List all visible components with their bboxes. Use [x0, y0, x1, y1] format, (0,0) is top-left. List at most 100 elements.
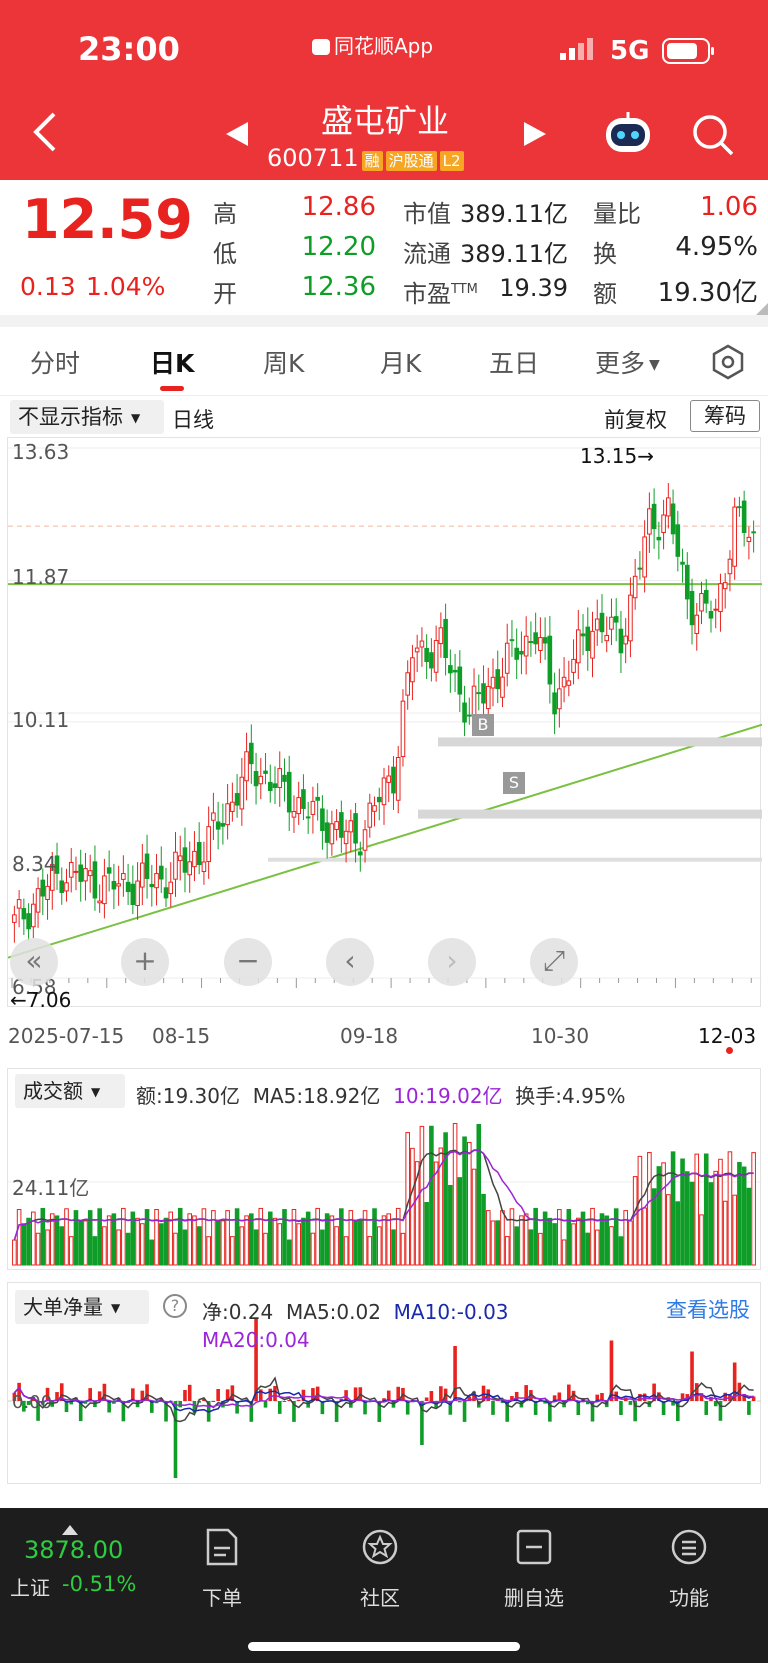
tab-more[interactable]: 更多 ▼ — [595, 344, 660, 380]
volume-bar — [367, 1236, 373, 1266]
settings-hex-icon[interactable] — [710, 344, 746, 384]
indicator-selector[interactable]: 不显示指标 ▼ — [10, 400, 164, 434]
candle-body — [604, 634, 610, 642]
candle-body — [438, 627, 444, 645]
candle-body — [21, 908, 27, 920]
candle-body — [533, 632, 538, 645]
candle-body — [628, 594, 633, 642]
tag-margin: 融 — [361, 151, 383, 171]
help-icon[interactable]: ? — [163, 1294, 187, 1318]
tab-monthly[interactable]: 月K — [380, 344, 421, 380]
kline-chart[interactable] — [7, 437, 762, 1007]
volume-bar — [485, 1210, 491, 1266]
volume-bar — [684, 1171, 690, 1266]
volume-bar — [391, 1229, 396, 1266]
volume-bar — [604, 1215, 610, 1266]
volume-bar — [286, 1239, 292, 1266]
candle-body — [722, 582, 728, 590]
buy-marker[interactable]: B — [472, 714, 494, 736]
volume-bar — [339, 1208, 344, 1266]
fullscreen-icon[interactable]: ⤢ — [530, 938, 578, 986]
volume-selector[interactable]: 成交额 ▼ — [15, 1074, 125, 1108]
volume-bar — [21, 1223, 27, 1266]
volume-bar — [83, 1220, 88, 1266]
minus-box-icon — [479, 1528, 589, 1570]
chip-button[interactable]: 筹码 — [690, 400, 760, 432]
adjust-label[interactable]: 前复权 — [604, 404, 667, 434]
candle-body — [31, 903, 36, 928]
candle-body — [746, 536, 752, 543]
rewind-icon[interactable]: « — [10, 938, 58, 986]
candle-body — [547, 635, 553, 685]
candle-body — [286, 771, 292, 813]
tab-intraday[interactable]: 分时 — [30, 344, 80, 380]
net-bar — [102, 1383, 107, 1401]
prev-stock-icon[interactable] — [226, 122, 248, 150]
sell-marker[interactable]: S — [503, 772, 525, 794]
y-label-3: 10.11 — [12, 708, 70, 732]
volume-bar — [694, 1153, 700, 1266]
volume-bar — [358, 1220, 363, 1266]
volume-bar — [348, 1210, 354, 1266]
zoom-in-icon[interactable]: + — [121, 938, 169, 986]
candle-body — [504, 642, 510, 674]
volume-bar — [301, 1217, 306, 1266]
net-bar — [747, 1401, 751, 1415]
scroll-right-icon[interactable]: › — [428, 938, 476, 986]
view-screener-link[interactable]: 查看选股 — [666, 1294, 750, 1324]
volume-bar — [12, 1239, 17, 1266]
candle-body — [135, 880, 140, 906]
volume-stats: 额:19.30亿 MA5:18.92亿 10:19.02亿 换手:4.95% — [136, 1084, 626, 1108]
community-button[interactable]: 社区 — [325, 1528, 435, 1611]
candle-body — [703, 589, 709, 604]
candle-body — [258, 775, 264, 785]
candle-body — [220, 823, 226, 827]
volume-bar — [59, 1226, 65, 1266]
candle-body — [666, 497, 671, 517]
scroll-left-icon[interactable]: ‹ — [326, 938, 374, 986]
remove-watchlist-button[interactable]: 删自选 — [479, 1528, 589, 1611]
candle-body — [670, 503, 676, 535]
tab-weekly[interactable]: 周K — [263, 344, 304, 380]
volume-bar — [343, 1236, 349, 1266]
volume-bar — [158, 1223, 164, 1266]
next-stock-icon[interactable] — [524, 122, 546, 150]
candle-body — [376, 796, 382, 803]
tab-daily[interactable]: 日K — [150, 344, 194, 380]
volume-bar — [211, 1210, 216, 1266]
stock-code-row: 600711 融沪股通 L2 — [267, 144, 464, 172]
dropdown-icon: ▼ — [91, 1085, 101, 1099]
bigorder-ma20: MA20:0.04 — [202, 1328, 310, 1352]
volume-bar — [618, 1236, 624, 1266]
label-high: 高 — [213, 200, 237, 228]
net-bar — [216, 1388, 220, 1401]
bottom-bar: 3878.00 上证 -0.51% 下单 社区 删自选 功能 — [0, 1508, 768, 1663]
volume-bar — [154, 1209, 159, 1266]
candle-body — [343, 830, 349, 845]
order-button[interactable]: 下单 — [167, 1528, 277, 1611]
volume-bar — [741, 1166, 747, 1266]
net-bar — [704, 1401, 709, 1415]
trend-line — [8, 723, 762, 959]
search-icon[interactable] — [692, 114, 734, 160]
robot-assistant-icon[interactable] — [603, 110, 653, 160]
candle-body — [73, 870, 79, 873]
zoom-out-icon[interactable]: − — [224, 938, 272, 986]
candle-body — [201, 861, 207, 873]
index-value[interactable]: 3878.00 — [24, 1536, 123, 1564]
bigorder-y-label: 0.00 — [12, 1392, 53, 1413]
candle-body — [158, 865, 164, 880]
volume-bar — [500, 1210, 505, 1266]
functions-button[interactable]: 功能 — [634, 1528, 744, 1611]
volume-bar — [448, 1184, 453, 1266]
back-icon[interactable] — [30, 110, 60, 158]
volume-bar — [26, 1217, 31, 1266]
net-bar — [424, 1397, 429, 1401]
tab-fiveday[interactable]: 五日 — [489, 344, 539, 380]
candle-body — [130, 883, 136, 906]
volume-bar — [722, 1200, 728, 1266]
candle-body — [68, 861, 74, 878]
volume-bar — [64, 1208, 69, 1266]
bigorder-selector[interactable]: 大单净量 ▼ — [15, 1290, 149, 1324]
candle-body — [405, 672, 410, 696]
